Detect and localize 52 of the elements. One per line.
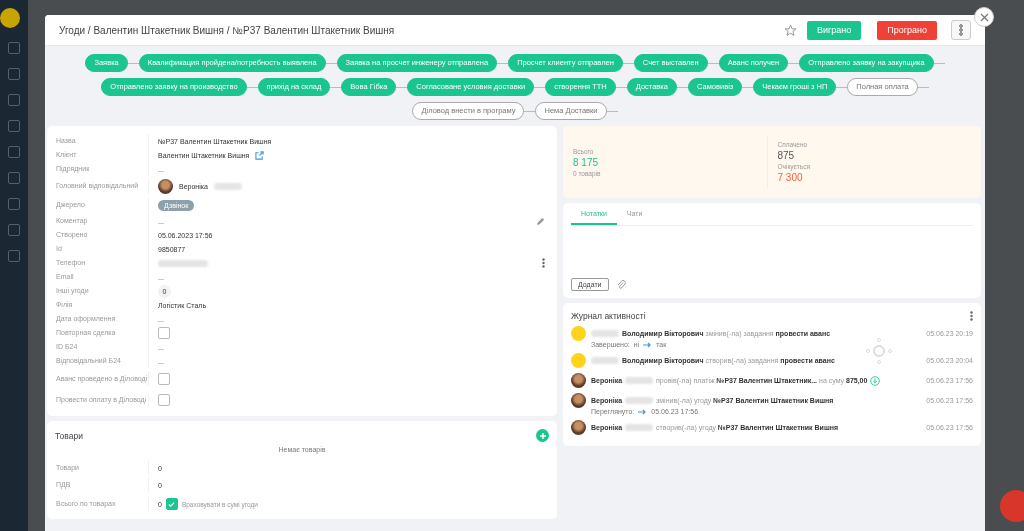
blurred-text bbox=[591, 357, 619, 364]
nav-icon[interactable] bbox=[8, 146, 20, 158]
plus-icon bbox=[538, 431, 547, 440]
avatar bbox=[571, 420, 586, 435]
status-button[interactable]: Виграно bbox=[806, 20, 862, 40]
blurred-text bbox=[213, 182, 242, 190]
status-button[interactable]: Програно bbox=[877, 20, 937, 40]
avatar bbox=[571, 326, 586, 341]
avatar bbox=[571, 393, 586, 408]
nav-icon[interactable] bbox=[8, 68, 20, 80]
nav-icon[interactable] bbox=[8, 198, 20, 210]
close-button[interactable] bbox=[974, 7, 994, 27]
arrow-icon bbox=[643, 341, 653, 348]
paid-amount: 875 bbox=[777, 150, 796, 161]
nav-icon[interactable] bbox=[8, 172, 20, 184]
close-icon bbox=[979, 12, 989, 22]
download-icon[interactable] bbox=[870, 375, 881, 386]
external-link-icon[interactable] bbox=[255, 150, 265, 160]
checkbox[interactable] bbox=[158, 327, 170, 339]
expected-amount: 7 300 bbox=[777, 172, 804, 183]
add-button[interactable] bbox=[1000, 490, 1024, 522]
arrow-icon bbox=[638, 408, 648, 415]
blurred-text bbox=[591, 330, 619, 337]
pencil-icon[interactable] bbox=[536, 216, 545, 226]
blurred-text bbox=[625, 397, 654, 404]
nav-icon[interactable] bbox=[8, 94, 20, 106]
checkbox[interactable] bbox=[158, 372, 170, 385]
nav-icon[interactable] bbox=[8, 120, 20, 132]
more-icon[interactable] bbox=[970, 311, 973, 321]
user-avatar[interactable] bbox=[0, 8, 20, 28]
nav-icon[interactable] bbox=[8, 250, 20, 262]
section-title: Журнал активності bbox=[571, 311, 646, 321]
check-icon bbox=[168, 500, 176, 508]
more-icon[interactable] bbox=[542, 258, 545, 268]
avatar bbox=[571, 353, 586, 368]
loader-drawing bbox=[866, 338, 892, 364]
nav-icon[interactable] bbox=[8, 42, 20, 54]
nav-icon[interactable] bbox=[8, 224, 20, 236]
more-icon bbox=[959, 24, 963, 36]
section-title: Товари bbox=[55, 430, 83, 441]
blurred-text bbox=[158, 259, 208, 267]
star-icon[interactable] bbox=[783, 23, 797, 37]
avatar bbox=[158, 178, 173, 194]
add-product-button[interactable] bbox=[536, 429, 549, 442]
checkbox[interactable] bbox=[158, 393, 170, 406]
blurred-text bbox=[625, 424, 654, 431]
breadcrumb: Угоди / Валентин Штакетник Вишня / №Р37 Валентин Штакетник Вишня bbox=[59, 24, 396, 36]
avatar bbox=[571, 373, 586, 388]
checkbox[interactable] bbox=[165, 498, 178, 510]
paperclip-icon[interactable] bbox=[616, 279, 626, 290]
total-amount: 8 175 bbox=[573, 156, 600, 168]
blurred-text bbox=[625, 377, 654, 384]
